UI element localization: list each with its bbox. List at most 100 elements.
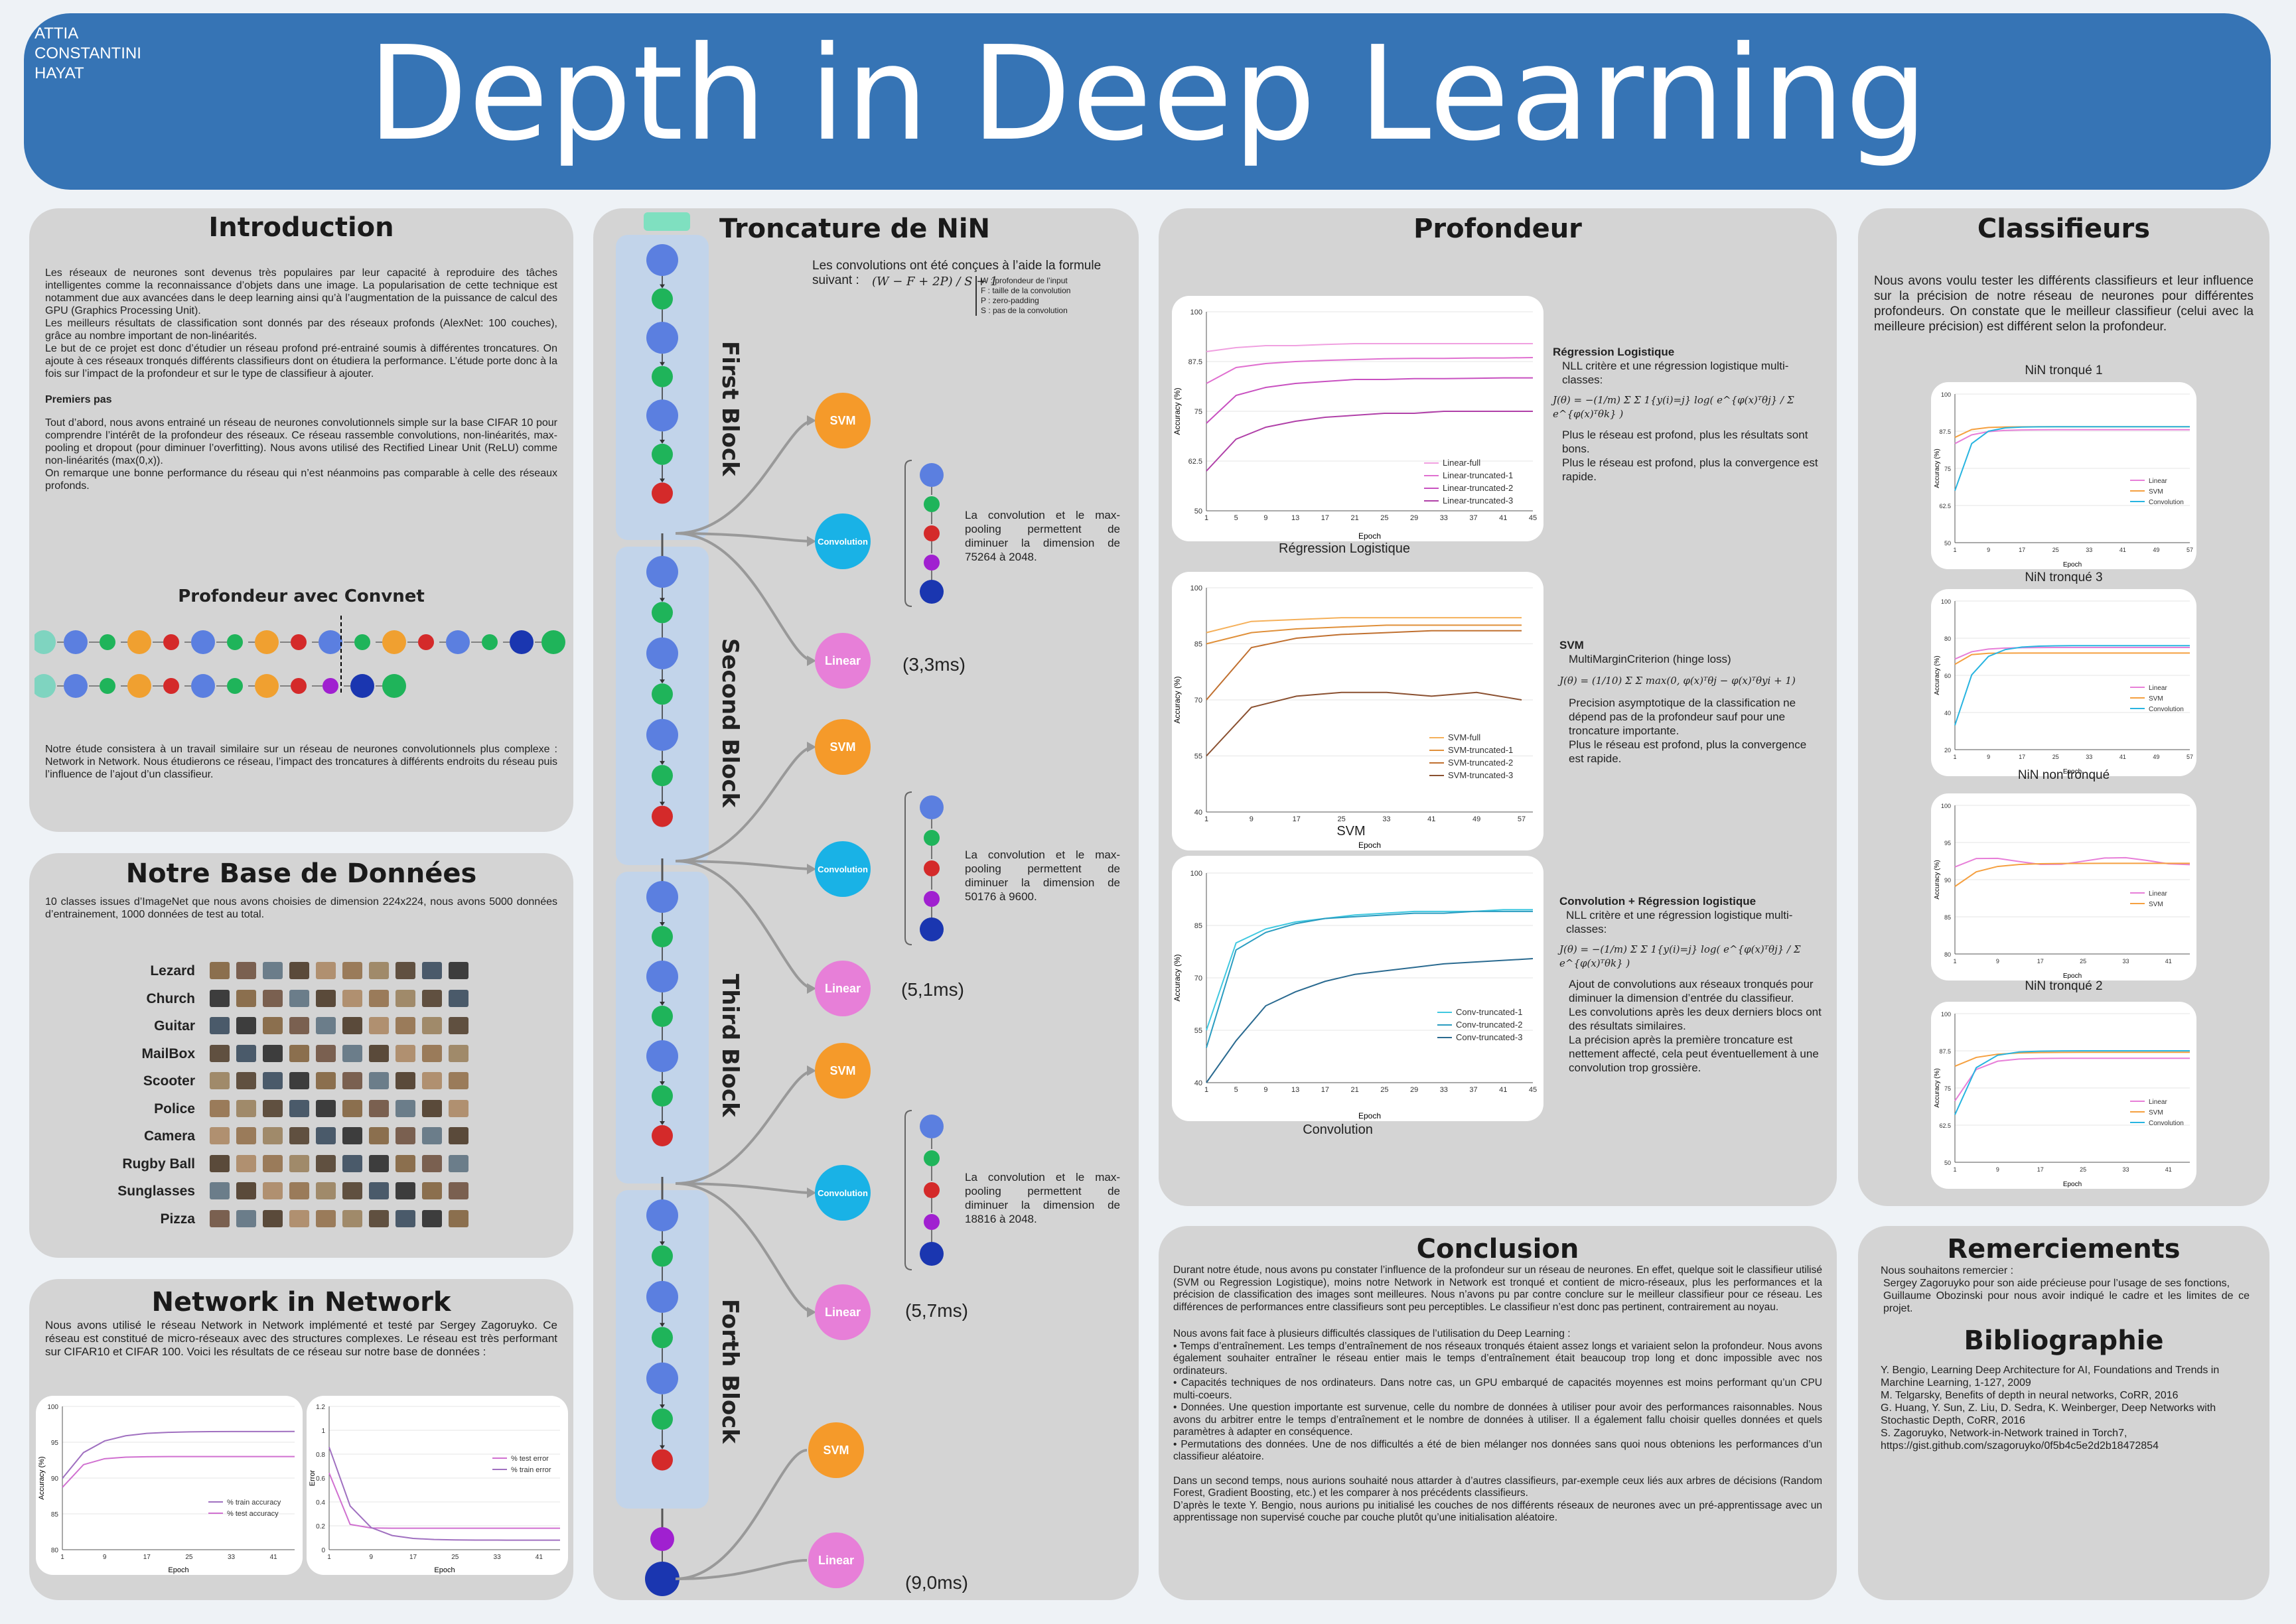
desc-1: La convolution et le max-pooling permett… — [965, 509, 1120, 563]
layer-node — [191, 674, 215, 698]
x-tick-label: 9 — [1996, 958, 1999, 965]
conclusion-p4: D’après le texte Y. Bengio, nous aurions… — [1173, 1499, 1822, 1524]
class-thumbnail — [422, 1154, 442, 1172]
x-tick-label: 9 — [1263, 1086, 1267, 1094]
layer-node — [255, 630, 279, 654]
y-tick-label: 55 — [1194, 753, 1202, 761]
conclusion-title: Conclusion — [1416, 1234, 1579, 1264]
layer-node — [646, 961, 678, 992]
legend-label: % train error — [511, 1466, 551, 1474]
y-tick-label: 40 — [1194, 1079, 1202, 1087]
y-tick-label: 40 — [1944, 710, 1951, 716]
x-tick-label: 17 — [2019, 547, 2025, 553]
class-thumbnail — [263, 1182, 283, 1199]
x-tick-label: 41 — [2165, 958, 2172, 965]
x-tick-label: 25 — [1380, 1086, 1388, 1094]
pipeline-arrowhead — [660, 598, 665, 602]
legend-label: % test accuracy — [227, 1510, 279, 1518]
chart-logreg-caption: Régression Logistique — [1279, 541, 1410, 556]
layer-node — [652, 443, 673, 465]
layer-node — [646, 244, 678, 276]
class-row: Pizza — [29, 1207, 560, 1234]
class-thumbs — [210, 1182, 475, 1203]
chart-conv-caption: Convolution — [1303, 1122, 1373, 1137]
x-tick-label: 17 — [2037, 958, 2044, 965]
legend-label: SVM — [2149, 901, 2163, 908]
legend-label: Linear-truncated-1 — [1443, 470, 1513, 480]
class-thumbnail — [289, 1017, 309, 1034]
y-tick-label: 62.5 — [1188, 458, 1202, 466]
layer-node — [255, 674, 279, 698]
x-tick-label: 9 — [1987, 754, 1990, 760]
class-thumbnail — [236, 989, 256, 1007]
x-tick-label: 1 — [1204, 815, 1208, 823]
class-thumbnail — [395, 1182, 415, 1199]
class-thumbnail — [449, 1182, 468, 1199]
class-thumbnail — [236, 1182, 256, 1199]
bracket — [904, 460, 912, 607]
x-axis-label: Epoch — [434, 1566, 455, 1574]
class-thumbnail — [316, 1154, 336, 1172]
layer-node — [646, 399, 678, 432]
mini-layer-node — [924, 1150, 940, 1166]
x-tick-label: 25 — [185, 1554, 193, 1561]
y-tick-label: 50 — [1944, 1160, 1951, 1166]
class-label: MailBox — [141, 1046, 195, 1061]
legend-label: Linear — [2149, 478, 2167, 485]
profondeur-section-1: Régression Logistique NLL critère et une… — [1553, 345, 1822, 484]
x-tick-label: 17 — [1321, 514, 1329, 522]
pipeline-arrowhead — [660, 679, 665, 684]
y-tick-label: 0.2 — [316, 1523, 325, 1530]
x-tick-label: 33 — [1440, 514, 1448, 522]
x-tick-label: 13 — [1291, 514, 1299, 522]
series-line — [1954, 856, 2190, 868]
legend-label: Convolution — [2149, 706, 2184, 713]
y-tick-label: 80 — [1944, 636, 1951, 642]
branch-arrow — [675, 860, 814, 990]
class-thumbnail — [449, 1044, 468, 1062]
series-line — [1206, 377, 1533, 424]
mini-layer-node — [920, 463, 944, 487]
layer-node — [418, 634, 434, 650]
x-tick-label: 45 — [1529, 1086, 1537, 1094]
introduction-title: Introduction — [208, 212, 394, 243]
desc-3: La convolution et le max-pooling permett… — [965, 1171, 1120, 1225]
y-tick-label: 0.6 — [316, 1475, 325, 1483]
pipeline-arrowhead — [660, 439, 665, 444]
y-tick-label: 50 — [1944, 540, 1951, 547]
layer-node — [323, 678, 338, 694]
legend-label: Linear — [2149, 685, 2167, 692]
pipeline-arrowhead — [660, 1241, 665, 1246]
class-thumbnail — [395, 1044, 415, 1062]
y-axis-label: Accuracy (%) — [1934, 655, 1941, 695]
class-label: Rugby Ball — [122, 1156, 195, 1172]
input-node — [644, 212, 690, 231]
legend-label: SVM-truncated-2 — [1448, 758, 1513, 768]
layer-node — [482, 634, 498, 650]
class-thumbnail — [395, 1072, 415, 1089]
legend-label: Convolution — [2149, 499, 2184, 506]
x-tick-label: 1 — [1204, 514, 1208, 522]
mini-layer-node — [920, 795, 944, 819]
class-row: MailBox — [29, 1042, 560, 1069]
class-thumbnail — [422, 1044, 442, 1062]
class-thumbnail — [316, 962, 336, 979]
layer-node — [652, 366, 673, 387]
chart-conv: 40 55 70 85 100 1 5 9 13 17 21 25 29 33 37 41 45 Epoch Acc… — [1172, 856, 1543, 1121]
mini-layer-node — [924, 860, 940, 876]
layer-node — [64, 674, 88, 698]
s1-b3: Plus le réseau est profond, plus la conv… — [1562, 456, 1818, 483]
layer-node — [652, 1449, 673, 1471]
class-thumbnail — [395, 1209, 415, 1227]
linear-bubble-3: Linear — [815, 1284, 871, 1340]
s3-formula: J(θ) = −(1/m) Σ Σ 1{y(i)=j} log( e^{φ(x)… — [1559, 943, 1801, 969]
classifieurs-title: Classifieurs — [1977, 214, 2151, 244]
layer-node — [227, 634, 243, 650]
legend-label: Linear-truncated-2 — [1443, 483, 1513, 493]
y-tick-label: 100 — [1941, 391, 1951, 398]
layer-node — [652, 1125, 673, 1146]
x-tick-label: 25 — [2052, 754, 2059, 760]
legend-label: Convolution — [2149, 1120, 2184, 1127]
class-thumbs — [210, 1154, 475, 1176]
layer-node — [652, 1408, 673, 1430]
